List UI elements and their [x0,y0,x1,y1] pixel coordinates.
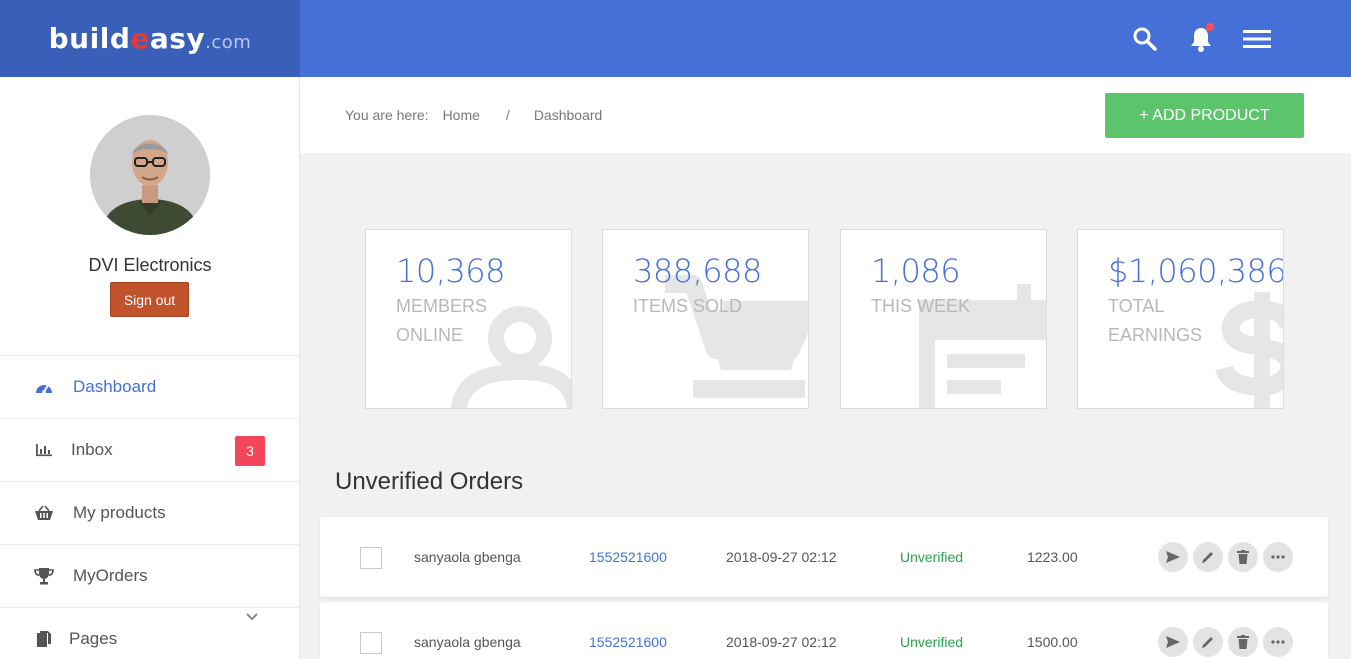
sidebar-item-label: Dashboard [73,377,157,396]
row-checkbox[interactable] [360,632,382,654]
brand-logo[interactable]: buildeasy.com [0,0,300,77]
chevron-down-icon[interactable] [246,606,258,626]
orders-section-title: Unverified Orders [335,468,524,495]
row-checkbox[interactable] [360,547,382,569]
more-icon[interactable] [1263,542,1293,572]
stat-value: 1,086 [871,252,961,290]
order-date: 2018-09-27 02:12 [726,634,837,650]
edit-icon[interactable] [1193,627,1223,657]
basket-icon [34,503,54,523]
breadcrumb-separator: / [505,107,510,123]
sidebar-item-inbox[interactable]: Inbox 3 [0,418,299,481]
sidebar-item-pages[interactable]: Pages [0,607,299,659]
stat-value: 10,368 [396,252,505,290]
bell-icon[interactable] [1173,11,1229,67]
sidebar-item-label: Inbox [71,440,113,459]
stat-value: $1,060,386 [1108,252,1284,290]
sign-out-button[interactable]: Sign out [110,282,189,317]
customer-name: sanyaola gbenga [414,549,521,565]
customer-phone[interactable]: 1552521600 [589,549,667,565]
table-row: sanyaola gbenga 1552521600 2018-09-27 02… [320,602,1328,659]
sidebar: DVI Electronics Sign out Dashboard Inbox… [0,77,300,659]
menu-icon[interactable] [1229,11,1285,67]
trophy-icon [34,566,54,586]
pages-icon [34,629,54,649]
breadcrumb-prefix: You are here: [345,107,429,123]
top-actions [1117,0,1351,77]
stat-label: TOTAL EARNINGS [1108,296,1203,345]
order-status: Unverified [900,549,964,565]
sidebar-item-my-products[interactable]: My products [0,481,299,544]
content-header: You are here: Home / Dashboard + ADD PRO… [300,77,1351,153]
stat-card-earnings: $1,060,386 TOTAL EARNINGS [1077,229,1284,409]
stat-label: THIS WEEK [871,296,971,316]
row-actions [1158,627,1298,657]
customer-name: sanyaola gbenga [414,634,521,650]
breadcrumb: You are here: Home / Dashboard [345,107,616,123]
sidebar-item-label: My products [73,503,166,522]
edit-icon[interactable] [1193,542,1223,572]
sidebar-item-dashboard[interactable]: Dashboard [0,355,299,418]
customer-phone[interactable]: 1552521600 [589,634,667,650]
add-product-button[interactable]: + ADD PRODUCT [1105,93,1304,138]
sidebar-nav: Dashboard Inbox 3 My products MyOrders P… [0,355,299,659]
stat-label: MEMBERS ONLINE [396,296,488,345]
trash-icon[interactable] [1228,627,1258,657]
stat-label: ITEMS SOLD [633,296,743,316]
order-date: 2018-09-27 02:12 [726,549,837,565]
search-icon[interactable] [1117,11,1173,67]
breadcrumb-home[interactable]: Home [443,107,480,123]
send-icon[interactable] [1158,542,1188,572]
speedometer-icon [34,377,54,397]
send-icon[interactable] [1158,627,1188,657]
trash-icon[interactable] [1228,542,1258,572]
stat-card-this-week: 1,086 THIS WEEK [840,229,1047,409]
sidebar-item-my-orders[interactable]: MyOrders [0,544,299,607]
stat-value: 388,688 [633,252,762,290]
logo-text: buildeasy.com [48,22,252,55]
stat-card-members: 10,368 MEMBERS ONLINE [365,229,572,409]
row-actions [1158,542,1298,572]
more-icon[interactable] [1263,627,1293,657]
order-amount: 1500.00 [1027,634,1078,650]
bar-chart-icon [34,440,54,460]
sidebar-item-label: MyOrders [73,566,148,585]
breadcrumb-current: Dashboard [533,107,603,123]
sidebar-item-label: Pages [69,629,118,648]
profile-name: DVI Electronics [88,255,212,275]
avatar[interactable] [90,115,210,235]
order-status: Unverified [900,634,964,650]
order-amount: 1223.00 [1027,549,1078,565]
top-bar: buildeasy.com [0,0,1351,77]
table-row: sanyaola gbenga 1552521600 2018-09-27 02… [320,517,1328,597]
stat-card-items-sold: 388,688 ITEMS SOLD [602,229,809,409]
notification-dot [1206,22,1214,31]
inbox-count-badge: 3 [235,436,265,466]
